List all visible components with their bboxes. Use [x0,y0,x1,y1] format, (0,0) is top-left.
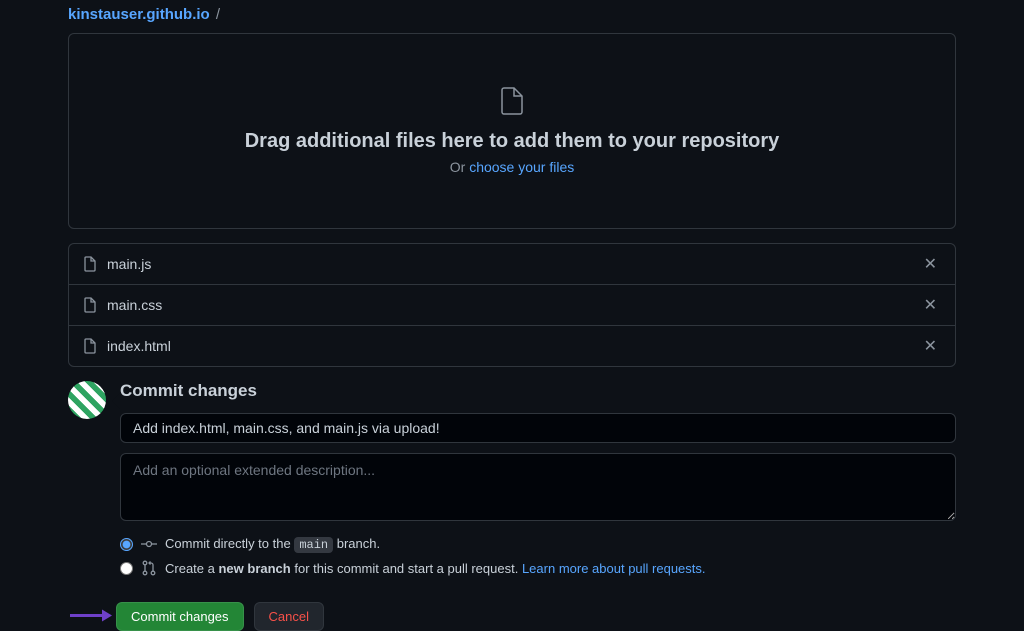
cancel-button[interactable]: Cancel [254,602,324,631]
breadcrumb-repo-link[interactable]: kinstauser.github.io [68,6,210,23]
file-row: main.css ✕ [69,285,955,326]
commit-changes-button[interactable]: Commit changes [116,602,244,631]
file-name: main.js [107,256,920,272]
choose-files-link[interactable]: choose your files [469,159,574,175]
git-pull-request-icon [141,560,157,576]
commit-direct-radio[interactable] [120,538,133,551]
commit-actions: Commit changes Cancel [116,602,956,631]
drop-zone-subtitle: Or choose your files [450,159,575,175]
file-row: index.html ✕ [69,326,955,366]
file-icon [83,256,97,272]
breadcrumb-separator: / [216,6,220,23]
file-name: main.css [107,297,920,313]
uploaded-file-list: main.js ✕ main.css ✕ index.html ✕ [68,243,956,367]
remove-file-button[interactable]: ✕ [920,336,941,356]
user-avatar[interactable] [68,381,106,419]
pull-requests-help-link[interactable]: Learn more about pull requests. [522,561,706,576]
drop-zone-title: Drag additional files here to add them t… [245,130,780,153]
file-name: index.html [107,338,920,354]
commit-new-branch-option[interactable]: Create a new branch for this commit and … [120,560,956,576]
commit-heading: Commit changes [120,381,956,401]
file-icon [83,338,97,354]
arrow-pointer-annotation [68,607,112,626]
file-row: main.js ✕ [69,244,955,285]
git-commit-icon [141,536,157,552]
commit-form: Commit changes Commit directly to the ma… [120,381,956,584]
file-icon [83,297,97,313]
remove-file-button[interactable]: ✕ [920,295,941,315]
commit-section: Commit changes Commit directly to the ma… [68,381,956,584]
breadcrumb: kinstauser.github.io / [68,0,956,33]
file-icon [500,87,524,118]
remove-file-button[interactable]: ✕ [920,254,941,274]
file-drop-zone[interactable]: Drag additional files here to add them t… [68,33,956,229]
commit-direct-option[interactable]: Commit directly to the main branch. [120,536,956,552]
commit-new-branch-radio[interactable] [120,562,133,575]
commit-direct-label: Commit directly to the main branch. [165,536,380,552]
commit-new-branch-label: Create a new branch for this commit and … [165,561,706,576]
commit-summary-input[interactable] [120,413,956,443]
commit-description-textarea[interactable] [120,453,956,521]
